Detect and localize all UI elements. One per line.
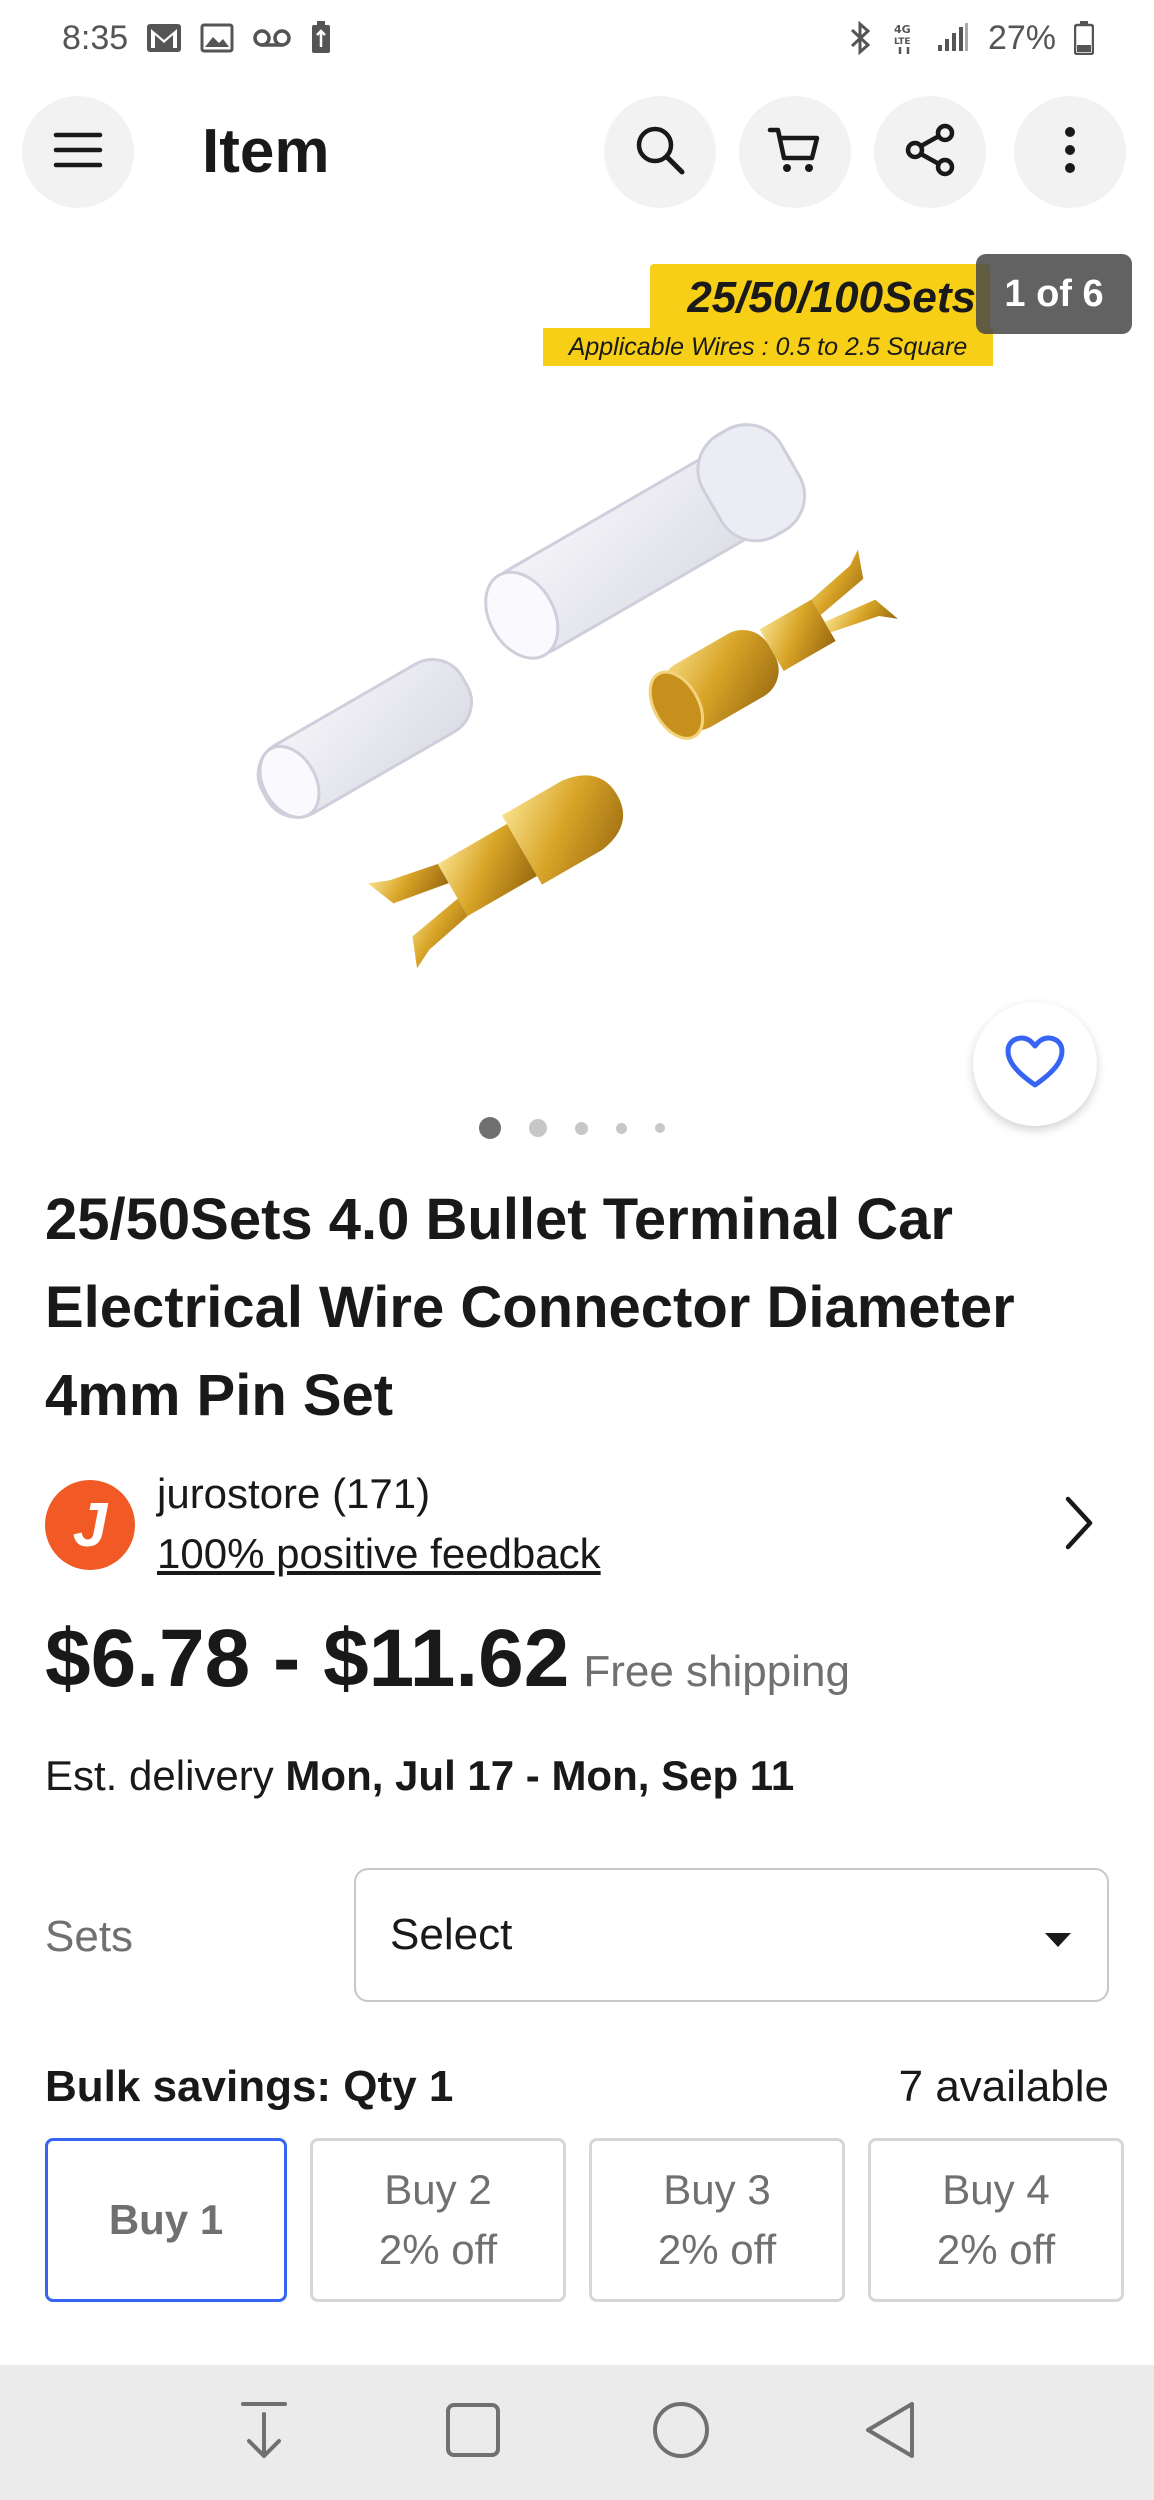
app-bar: Item [0, 90, 1154, 220]
bluetooth-icon [848, 21, 874, 55]
hamburger-icon [53, 130, 103, 175]
home-circle-icon [651, 2400, 711, 2465]
bulk-savings-label: Bulk savings: Qty 1 [45, 2062, 454, 2111]
estimated-delivery: Est. delivery Mon, Jul 17 - Mon, Sep 11 [45, 1752, 794, 1800]
shipping-info: Free shipping [583, 1647, 850, 1696]
battery-icon [1074, 21, 1094, 55]
system-nav-bar [0, 2365, 1154, 2500]
more-vertical-icon [1062, 125, 1078, 180]
seller-avatar: J [45, 1480, 135, 1570]
price-row: $6.78 - $11.62 Free shipping [45, 1612, 850, 1712]
sets-select[interactable]: Select [354, 1868, 1109, 2002]
nav-home-button[interactable] [641, 2393, 721, 2473]
seller-name: jurostore (171) [157, 1470, 431, 1517]
bulk-option-discount: 2% off [378, 2226, 498, 2273]
product-image [256, 423, 898, 969]
svg-text:LTE: LTE [894, 37, 911, 47]
dropdown-caret-icon [1043, 1910, 1073, 1960]
cart-icon [767, 124, 823, 181]
carousel-dots [0, 1108, 1154, 1148]
nav-recents-button[interactable] [433, 2393, 513, 2473]
bulk-option-buy-1[interactable]: Buy 1 [45, 2138, 287, 2302]
status-bar: 8:35 4G LTE 27% [0, 0, 1154, 76]
price-range: $6.78 - $11.62 [45, 1613, 570, 1704]
svg-text:4G: 4G [894, 23, 911, 36]
delivery-prefix: Est. delivery [45, 1752, 274, 1799]
carousel-dot-active[interactable] [479, 1117, 501, 1139]
sets-label: Sets [45, 1912, 134, 1961]
bulk-options: Buy 1 Buy 2 2% off Buy 3 2% off Buy 4 2%… [45, 2138, 1154, 2302]
share-button[interactable] [874, 96, 986, 208]
recents-square-icon [444, 2401, 502, 2464]
page-title: Item [202, 117, 330, 186]
carousel-dot[interactable] [655, 1123, 665, 1133]
seller-chevron-button[interactable] [1049, 1490, 1109, 1560]
search-icon [632, 122, 688, 183]
bulk-option-discount: 2% off [936, 2226, 1056, 2273]
back-triangle-icon [862, 2400, 918, 2465]
seller-feedback-link[interactable]: 100% positive feedback [157, 1530, 601, 1578]
listing-title: 25/50Sets 4.0 Bullet Terminal Car Electr… [45, 1187, 1015, 1428]
heart-icon [1005, 1035, 1065, 1094]
seller-card[interactable]: J jurostore (171) 100% positive feedback [45, 1470, 1109, 1590]
usb-icon [310, 21, 332, 55]
lte-icon: 4G LTE [892, 21, 918, 55]
share-icon [903, 123, 957, 182]
voicemail-icon [252, 26, 292, 50]
carousel-dot[interactable] [616, 1122, 627, 1134]
status-time: 8:35 [62, 18, 129, 57]
bulk-option-buy-2[interactable]: Buy 2 2% off [310, 2138, 566, 2302]
menu-button[interactable] [22, 96, 134, 208]
delivery-dates: Mon, Jul 17 - Mon, Sep 11 [285, 1752, 795, 1799]
bulk-option-discount: 2% off [657, 2226, 777, 2273]
bulk-option-buy-3[interactable]: Buy 3 2% off [589, 2138, 845, 2302]
carousel-dot[interactable] [529, 1119, 547, 1137]
chevron-right-icon [1064, 1495, 1094, 1556]
gmail-icon [146, 23, 182, 53]
cart-button[interactable] [739, 96, 851, 208]
search-button[interactable] [604, 96, 716, 208]
quantity-available: 7 available [898, 2062, 1109, 2111]
arrow-down-bar-icon [239, 2400, 289, 2465]
nav-back-button[interactable] [850, 2393, 930, 2473]
bulk-option-label: Buy 3 [663, 2166, 771, 2213]
bulk-option-buy-4[interactable]: Buy 4 2% off [868, 2138, 1124, 2302]
battery-percent: 27% [987, 18, 1056, 57]
signal-icon [936, 23, 970, 53]
carousel-dot[interactable] [575, 1121, 588, 1135]
promo-banner-sets: 25/50/100Sets [650, 264, 990, 332]
product-image-gallery[interactable]: 25/50/100Sets Applicable Wires : 0.5 to … [0, 240, 1154, 1160]
sets-select-value: Select [390, 1910, 513, 1959]
promo-banner-wires: Applicable Wires : 0.5 to 2.5 Square [543, 328, 993, 366]
bulk-option-label: Buy 1 [108, 2196, 224, 2243]
nav-notifications-button[interactable] [224, 2393, 304, 2473]
bulk-option-label: Buy 2 [384, 2166, 492, 2213]
gallery-icon [200, 23, 234, 53]
more-options-button[interactable] [1014, 96, 1126, 208]
bulk-option-label: Buy 4 [942, 2166, 1050, 2213]
image-counter: 1 of 6 [976, 254, 1132, 334]
